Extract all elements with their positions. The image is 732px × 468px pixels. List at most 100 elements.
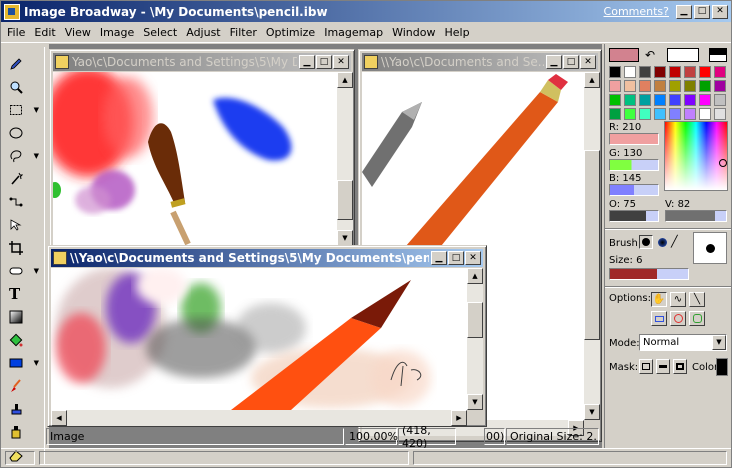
palette-swatch[interactable] bbox=[624, 94, 636, 106]
option-rect-button[interactable] bbox=[651, 311, 667, 326]
option-polygon-button[interactable] bbox=[689, 311, 705, 326]
doc1-minimize-button[interactable]: ▁ bbox=[299, 55, 315, 69]
close-button[interactable]: ✕ bbox=[712, 4, 728, 19]
palette-swatch[interactable] bbox=[699, 94, 711, 106]
palette-swatch[interactable] bbox=[624, 66, 636, 78]
doc-window-1[interactable]: Yao\c\Documents and Settings\5\My Docu..… bbox=[49, 49, 355, 249]
palette-swatch[interactable] bbox=[699, 108, 711, 120]
doc3-maximize-button[interactable]: □ bbox=[448, 251, 464, 265]
tool-pencil[interactable] bbox=[3, 53, 41, 74]
doc2-vscrollbar[interactable]: ▲ ▼ bbox=[584, 72, 600, 420]
tool-gradient[interactable] bbox=[3, 306, 41, 327]
palette-swatch[interactable] bbox=[639, 66, 651, 78]
tool-clone[interactable] bbox=[3, 398, 41, 419]
doc2-minimize-button[interactable]: ▁ bbox=[546, 55, 562, 69]
doc1-vscrollbar[interactable]: ▲ ▼ bbox=[337, 72, 353, 246]
palette-swatch[interactable] bbox=[639, 108, 651, 120]
menu-help[interactable]: Help bbox=[444, 26, 469, 39]
doc3-title-bar[interactable]: \\Yao\c\Documents and Settings\5\My Docu… bbox=[51, 249, 483, 267]
menu-image[interactable]: Image bbox=[100, 26, 134, 39]
red-slider[interactable] bbox=[609, 133, 659, 145]
doc3-scroll-up-button[interactable]: ▲ bbox=[467, 268, 483, 284]
palette-swatch[interactable] bbox=[684, 94, 696, 106]
option-circle-button[interactable] bbox=[670, 311, 686, 326]
doc1-scroll-down-button[interactable]: ▼ bbox=[337, 230, 353, 246]
opacity-slider[interactable] bbox=[609, 210, 659, 222]
palette-swatch[interactable] bbox=[669, 108, 681, 120]
palette-swatch[interactable] bbox=[609, 108, 621, 120]
doc3-scroll-down-button[interactable]: ▼ bbox=[467, 394, 483, 410]
palette-swatch[interactable] bbox=[669, 80, 681, 92]
option-line-button[interactable]: ╲ bbox=[689, 292, 705, 307]
doc3-vscrollbar[interactable]: ▲ ▼ bbox=[467, 268, 483, 410]
maximize-button[interactable]: □ bbox=[694, 4, 710, 19]
palette-swatch[interactable] bbox=[609, 94, 621, 106]
mask-outside-button[interactable] bbox=[673, 359, 687, 374]
background-color-swatch[interactable] bbox=[667, 48, 699, 62]
menu-edit[interactable]: Edit bbox=[34, 26, 55, 39]
mode-select[interactable]: Normal ▼ bbox=[639, 334, 727, 351]
palette-swatch[interactable] bbox=[714, 108, 726, 120]
tool-text[interactable]: T bbox=[3, 283, 41, 304]
menu-window[interactable]: Window bbox=[392, 26, 435, 39]
tool-magic-wand[interactable] bbox=[3, 168, 41, 189]
tool-fill[interactable] bbox=[3, 329, 41, 350]
doc-window-3[interactable]: \\Yao\c\Documents and Settings\5\My Docu… bbox=[47, 245, 487, 427]
menu-optimize[interactable]: Optimize bbox=[266, 26, 315, 39]
doc1-canvas[interactable] bbox=[53, 72, 337, 246]
tool-move[interactable] bbox=[3, 214, 41, 235]
mask-none-button[interactable] bbox=[639, 359, 653, 374]
soft-brush-icon[interactable] bbox=[658, 238, 667, 247]
size-slider[interactable] bbox=[609, 268, 689, 280]
palette-swatch[interactable] bbox=[609, 80, 621, 92]
palette-swatch[interactable] bbox=[714, 94, 726, 106]
doc2-maximize-button[interactable]: □ bbox=[563, 55, 579, 69]
palette-swatch[interactable] bbox=[699, 66, 711, 78]
tool-rect-select[interactable]: ▼ bbox=[3, 99, 41, 120]
comments-link[interactable]: Comments? bbox=[604, 5, 669, 18]
title-bar[interactable]: Image Broadway - \My Documents\pencil.ib… bbox=[1, 1, 731, 22]
doc1-close-button[interactable]: ✕ bbox=[333, 55, 349, 69]
tool-crop[interactable] bbox=[3, 237, 41, 258]
doc2-close-button[interactable]: ✕ bbox=[580, 55, 596, 69]
tool-ellipse-select[interactable] bbox=[3, 122, 41, 143]
color-picker-spectrum[interactable] bbox=[664, 121, 728, 191]
palette-swatch[interactable] bbox=[654, 66, 666, 78]
palette-swatch[interactable] bbox=[714, 80, 726, 92]
palette-swatch[interactable] bbox=[609, 66, 621, 78]
swap-colors-icon[interactable]: ↶ bbox=[645, 48, 655, 62]
palette-swatch[interactable] bbox=[714, 66, 726, 78]
doc2-scroll-up-button[interactable]: ▲ bbox=[584, 72, 600, 88]
foreground-color-swatch[interactable] bbox=[609, 48, 639, 62]
menu-adjust[interactable]: Adjust bbox=[186, 26, 220, 39]
default-colors-icon[interactable] bbox=[709, 48, 727, 62]
doc3-scroll-left-button[interactable]: ◀ bbox=[51, 410, 67, 426]
menu-select[interactable]: Select bbox=[143, 26, 177, 39]
blue-slider[interactable] bbox=[609, 184, 659, 196]
option-curve-button[interactable]: ∿ bbox=[670, 292, 686, 307]
green-slider[interactable] bbox=[609, 159, 659, 171]
palette-swatch[interactable] bbox=[624, 80, 636, 92]
palette-swatch[interactable] bbox=[684, 80, 696, 92]
palette-swatch[interactable] bbox=[639, 80, 651, 92]
doc3-scroll-thumb[interactable] bbox=[467, 302, 483, 338]
doc1-scroll-thumb[interactable] bbox=[337, 180, 353, 220]
tool-lasso[interactable]: ▼ bbox=[3, 145, 41, 166]
mask-inside-button[interactable] bbox=[656, 359, 670, 374]
doc3-close-button[interactable]: ✕ bbox=[465, 251, 481, 265]
menu-filter[interactable]: Filter bbox=[230, 26, 257, 39]
value-slider[interactable] bbox=[665, 210, 727, 222]
palette-swatch[interactable] bbox=[654, 94, 666, 106]
doc3-canvas[interactable] bbox=[51, 268, 467, 410]
doc3-minimize-button[interactable]: ▁ bbox=[431, 251, 447, 265]
line-brush-icon[interactable]: ╱ bbox=[671, 235, 678, 248]
doc2-scroll-thumb[interactable] bbox=[584, 150, 600, 340]
palette-swatch[interactable] bbox=[624, 108, 636, 120]
tool-crop-move[interactable] bbox=[3, 191, 41, 212]
palette-swatch[interactable] bbox=[654, 108, 666, 120]
doc1-maximize-button[interactable]: □ bbox=[316, 55, 332, 69]
palette-swatch[interactable] bbox=[699, 80, 711, 92]
tool-zoom[interactable] bbox=[3, 76, 41, 97]
doc2-title-bar[interactable]: \\Yao\c\Documents and Se... ▁ □ ✕ bbox=[362, 53, 598, 71]
menu-imagemap[interactable]: Imagemap bbox=[324, 26, 383, 39]
